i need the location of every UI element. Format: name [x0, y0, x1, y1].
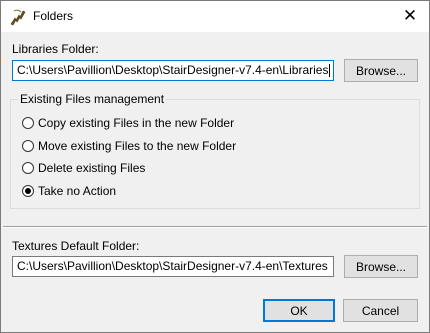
dialog-body: Libraries Folder: C:\Users\Pavillion\Des… — [1, 32, 429, 332]
radio-move-existing-files[interactable]: Move existing Files to the new Folder — [22, 139, 236, 153]
title-bar[interactable]: Folders ✕ — [1, 1, 429, 31]
radio-delete-existing-files[interactable]: Delete existing Files — [22, 161, 145, 175]
radio-button-icon — [22, 140, 34, 152]
text-caret — [329, 64, 331, 78]
radio-label: Take no Action — [38, 184, 117, 198]
libraries-folder-label: Libraries Folder: — [12, 42, 99, 56]
radio-label: Delete existing Files — [38, 161, 146, 175]
libraries-folder-value: C:\Users\Pavillion\Desktop\StairDesigner… — [17, 63, 329, 77]
textures-folder-label: Textures Default Folder: — [12, 239, 140, 253]
radio-copy-existing-files[interactable]: Copy existing Files in the new Folder — [22, 116, 234, 130]
libraries-folder-input[interactable]: C:\Users\Pavillion\Desktop\StairDesigner… — [12, 60, 334, 81]
separator — [3, 226, 427, 228]
window-title: Folders — [33, 9, 74, 23]
textures-browse-button[interactable]: Browse... — [344, 255, 418, 278]
textures-folder-input[interactable]: C:\Users\Pavillion\Desktop\StairDesigner… — [12, 256, 334, 277]
radio-button-checked-icon — [22, 185, 34, 197]
ok-button[interactable]: OK — [263, 299, 335, 322]
radio-label: Move existing Files to the new Folder — [38, 139, 237, 153]
existing-files-group-title: Existing Files management — [18, 92, 167, 106]
radio-take-no-action[interactable]: Take no Action — [22, 184, 116, 198]
radio-button-icon — [22, 117, 34, 129]
radio-label: Copy existing Files in the new Folder — [38, 116, 235, 130]
libraries-browse-button[interactable]: Browse... — [344, 59, 418, 82]
close-icon[interactable]: ✕ — [395, 3, 425, 29]
cancel-button[interactable]: Cancel — [343, 299, 418, 322]
textures-folder-value: C:\Users\Pavillion\Desktop\StairDesigner… — [17, 259, 328, 273]
folders-dialog: Folders ✕ Libraries Folder: C:\Users\Pav… — [0, 0, 430, 333]
radio-button-icon — [22, 162, 34, 174]
stair-designer-app-icon — [9, 8, 27, 26]
